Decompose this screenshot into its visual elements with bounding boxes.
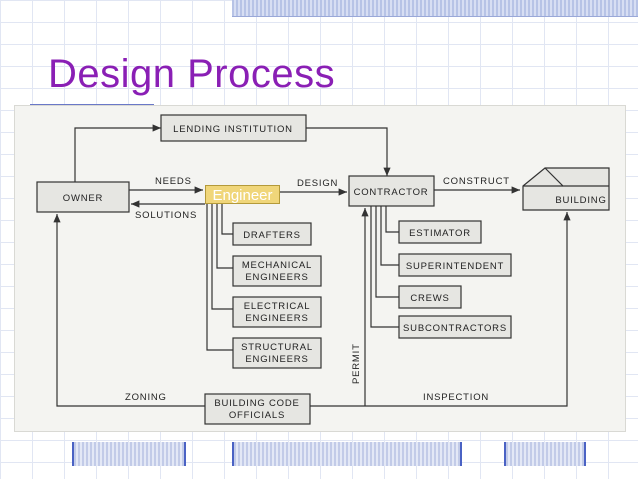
contractor-branch-superintendent <box>380 206 399 266</box>
solutions-label: SOLUTIONS <box>135 210 197 221</box>
electrical-label-2: ENGINEERS <box>245 313 308 324</box>
contractor-branch-crews <box>375 206 399 298</box>
owner-to-lending-arrow <box>74 124 161 182</box>
lending-institution-label: LENDING INSTITUTION <box>173 124 293 135</box>
building-code-label-1: BUILDING CODE <box>214 398 299 409</box>
crews-label: CREWS <box>410 293 449 304</box>
electrical-label-1: ELECTRICAL <box>244 301 311 312</box>
engineer-branch-structural <box>206 204 233 351</box>
design-label: DESIGN <box>297 178 338 189</box>
bottom-bar-2 <box>232 442 462 466</box>
diagram-svg: LENDING INSTITUTION OWNER CONTRACTOR BUI… <box>36 114 610 425</box>
zoning-label: ZONING <box>125 392 167 403</box>
top-decorative-band <box>232 0 638 17</box>
drafters-label: DRAFTERS <box>243 230 301 241</box>
contractor-branch-estimator <box>385 206 399 233</box>
construct-label: CONSTRUCT <box>443 176 510 187</box>
lending-to-contractor-arrow <box>306 127 391 176</box>
structural-label-2: ENGINEERS <box>245 354 308 365</box>
superintendent-label: SUPERINTENDENT <box>406 261 504 272</box>
mechanical-label-2: ENGINEERS <box>245 272 308 283</box>
zoning-arrow <box>53 214 205 407</box>
bottom-bar-3 <box>504 442 586 466</box>
subcontractors-label: SUBCONTRACTORS <box>403 323 507 334</box>
engineer-branch-drafters <box>221 204 233 235</box>
engineer-box: Engineer <box>205 185 280 204</box>
engineer-branch-mechanical <box>216 204 233 269</box>
bottom-decorative-bars <box>0 436 638 479</box>
needs-label: NEEDS <box>155 176 192 187</box>
contractor-branch-subcontractors <box>370 206 399 328</box>
estimator-label: ESTIMATOR <box>409 228 471 239</box>
design-process-diagram: LENDING INSTITUTION OWNER CONTRACTOR BUI… <box>14 105 626 432</box>
mechanical-label-1: MECHANICAL <box>242 260 312 271</box>
bottom-bar-1 <box>72 442 186 466</box>
building-label: BUILDING <box>555 195 606 206</box>
slide-title: Design Process <box>48 52 336 96</box>
inspection-label: INSPECTION <box>423 392 489 403</box>
contractor-label: CONTRACTOR <box>354 187 429 198</box>
structural-label-1: STRUCTURAL <box>241 342 313 353</box>
owner-label: OWNER <box>63 193 103 204</box>
building-code-label-2: OFFICIALS <box>229 410 285 421</box>
permit-label: PERMIT <box>351 343 362 384</box>
